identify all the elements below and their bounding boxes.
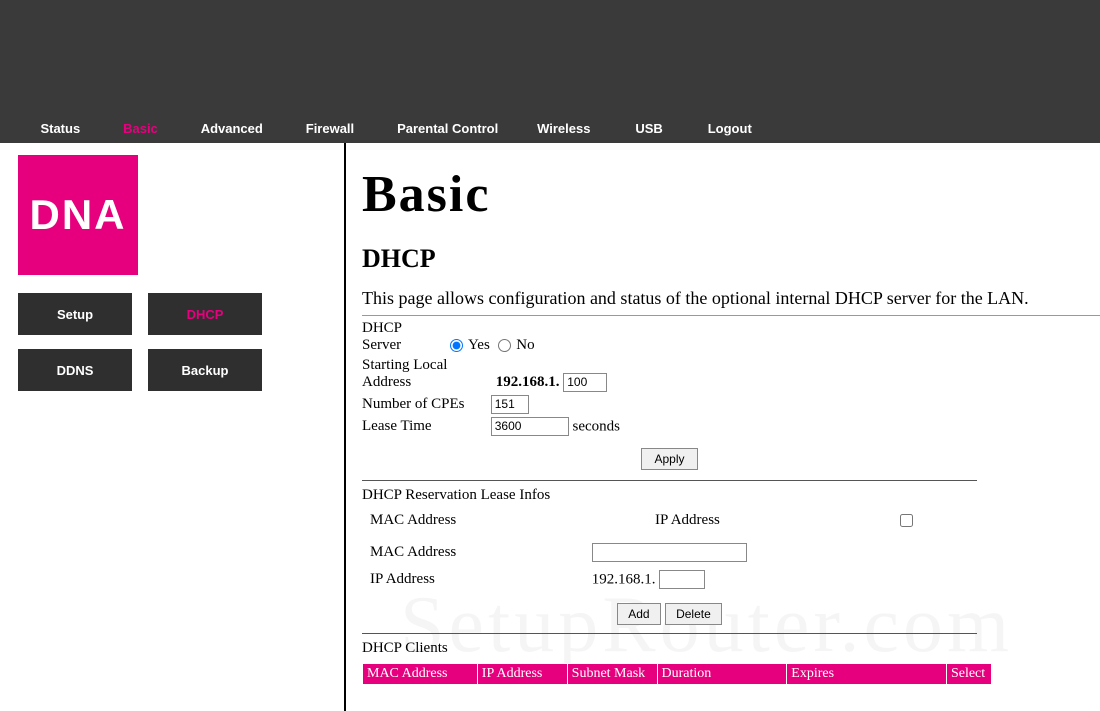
subnav-label: Setup (57, 307, 93, 322)
subnav-dhcp[interactable]: DHCP (148, 293, 262, 335)
nav-usb[interactable]: USB (635, 115, 662, 142)
sidebar: DNA Setup DHCP DDNS Backup (0, 143, 346, 711)
subnav-label: DHCP (187, 307, 224, 322)
reservation-col-ip: IP Address (655, 512, 875, 529)
cpe-label: Number of CPEs (362, 396, 487, 413)
lease-unit: seconds (573, 418, 621, 434)
cpe-input[interactable] (491, 395, 529, 414)
nav-status[interactable]: Status (40, 115, 80, 142)
clients-h-duration: Duration (657, 663, 787, 684)
clients-h-expires: Expires (787, 663, 947, 684)
clients-h-ip: IP Address (477, 663, 567, 684)
reservation-header-row: MAC Address IP Address (370, 512, 1100, 529)
dhcp-server-label: DHCP Server (362, 320, 442, 354)
clients-table: MAC Address IP Address Subnet Mask Durat… (362, 663, 992, 685)
dhcp-server-row: DHCP Server Yes No (362, 320, 1100, 354)
clients-header-row: MAC Address IP Address Subnet Mask Durat… (363, 663, 992, 684)
form-mac-label: MAC Address (370, 544, 588, 561)
dhcp-no-radio[interactable] (498, 339, 511, 352)
reservation-title: DHCP Reservation Lease Infos (362, 487, 1100, 504)
form-mac-input[interactable] (592, 543, 747, 562)
lease-label: Lease Time (362, 418, 487, 435)
delete-button[interactable]: Delete (665, 603, 722, 625)
nav-basic[interactable]: Basic (123, 115, 158, 142)
nav-logout[interactable]: Logout (708, 115, 752, 142)
reservation-form: MAC Address IP Address 192.168.1. (370, 543, 1100, 589)
divider (362, 315, 1100, 316)
top-nav: Status Basic Advanced Firewall Parental … (0, 115, 1100, 143)
subnav: Setup DHCP DDNS Backup (18, 293, 324, 391)
subnav-label: Backup (182, 363, 229, 378)
clients-title: DHCP Clients (362, 640, 1100, 657)
divider (362, 633, 977, 634)
dhcp-no-label: No (516, 337, 534, 353)
subnav-setup[interactable]: Setup (18, 293, 132, 335)
form-ip-input[interactable] (659, 570, 705, 589)
divider (362, 480, 977, 481)
dhcp-yes-radio[interactable] (450, 339, 463, 352)
nav-firewall[interactable]: Firewall (306, 115, 354, 142)
page-title: Basic (362, 165, 1100, 224)
reservation-col-mac: MAC Address (370, 512, 655, 529)
starting-address-row: Starting Local Address 192.168.1. (362, 357, 1100, 392)
page-description: This page allows configuration and statu… (362, 288, 1100, 309)
start-value-input[interactable] (563, 373, 607, 392)
nav-parental-control[interactable]: Parental Control (397, 115, 498, 142)
form-ip-prefix: 192.168.1. (592, 571, 656, 587)
start-prefix: 192.168.1. (496, 374, 560, 390)
main-content: Basic DHCP This page allows configuratio… (346, 143, 1100, 711)
apply-button[interactable]: Apply (641, 448, 697, 470)
form-ip-label: IP Address (370, 571, 588, 588)
nav-wireless[interactable]: Wireless (537, 115, 590, 142)
start-label: Starting Local Address (362, 357, 492, 391)
dhcp-yes-label: Yes (468, 337, 490, 353)
clients-h-mac: MAC Address (363, 663, 478, 684)
subnav-ddns[interactable]: DDNS (18, 349, 132, 391)
subnav-label: DDNS (57, 363, 94, 378)
header-banner: Status Basic Advanced Firewall Parental … (0, 0, 1100, 143)
lease-input[interactable] (491, 417, 569, 436)
nav-advanced[interactable]: Advanced (201, 115, 263, 142)
cpe-row: Number of CPEs (362, 395, 1100, 414)
brand-logo: DNA (18, 155, 138, 275)
section-heading: DHCP (362, 244, 1100, 274)
subnav-backup[interactable]: Backup (148, 349, 262, 391)
clients-h-select: Select (946, 663, 991, 684)
clients-h-subnet: Subnet Mask (567, 663, 657, 684)
add-button[interactable]: Add (617, 603, 660, 625)
lease-row: Lease Time seconds (362, 417, 1100, 436)
reservation-select-all-checkbox[interactable] (900, 514, 913, 527)
